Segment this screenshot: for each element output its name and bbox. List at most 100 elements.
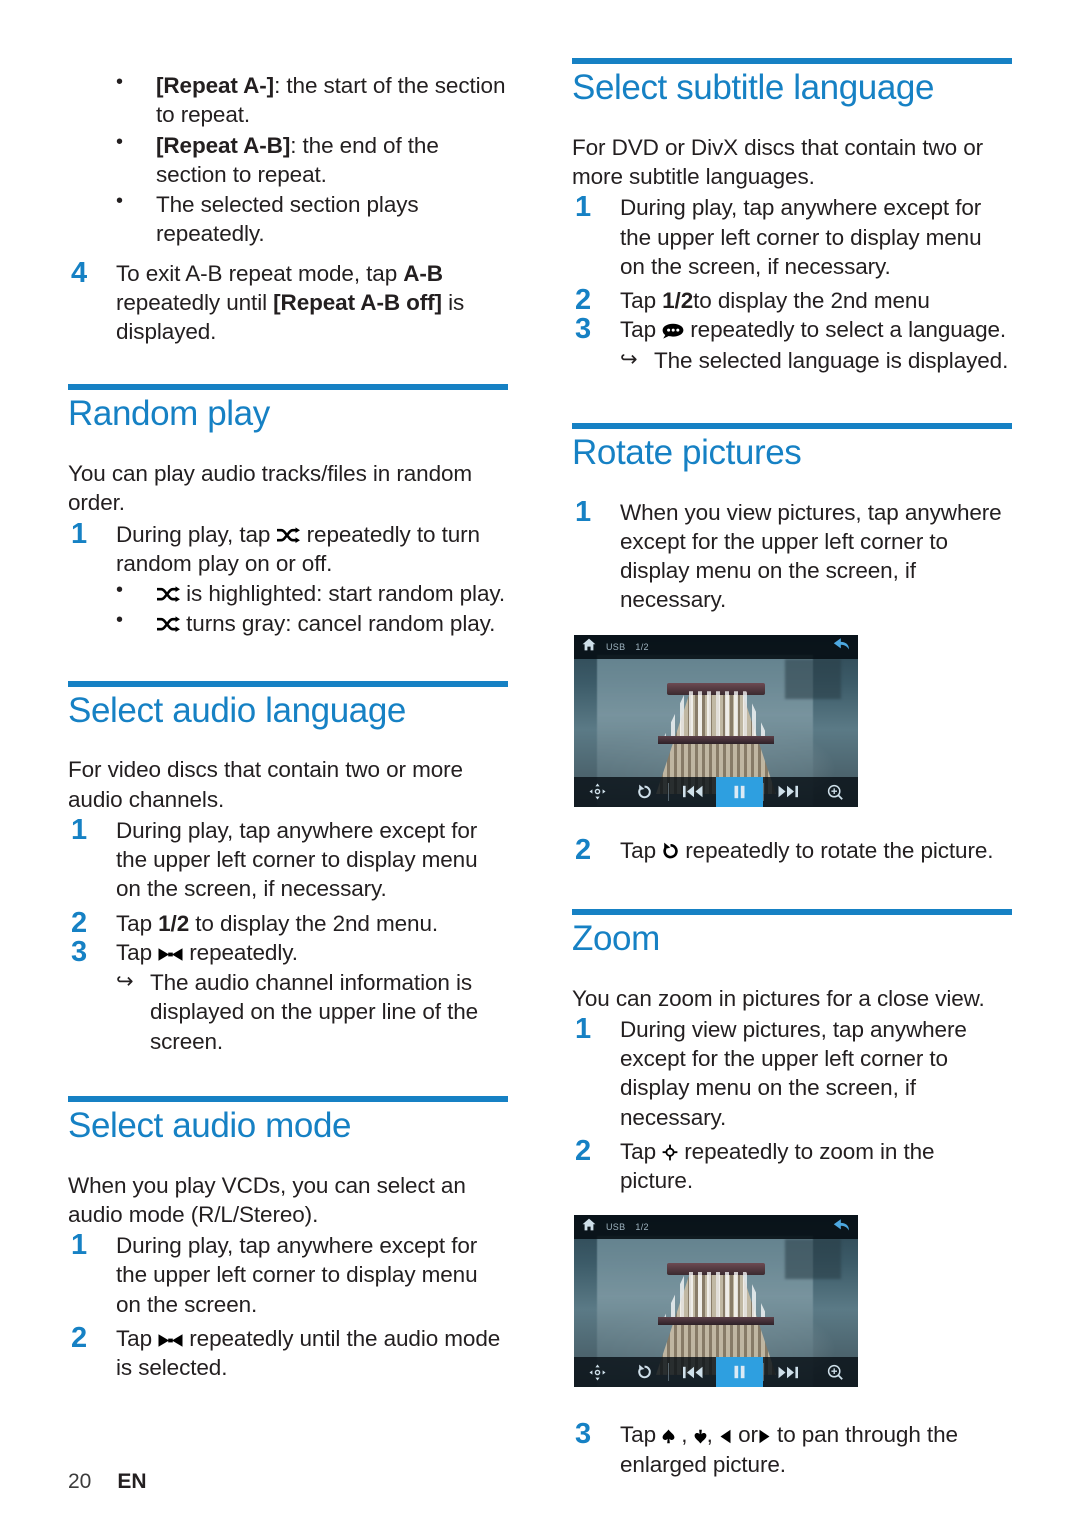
- pan-button[interactable]: [574, 1357, 621, 1387]
- arrow-right-icon: [758, 1429, 771, 1444]
- step-list: 2 Tap repeatedly to rotate the picture.: [572, 834, 1012, 866]
- list-item: turns gray: cancel random play.: [68, 607, 508, 638]
- section-intro: For DVD or DivX discs that contain two o…: [572, 134, 984, 189]
- step-text: During play, tap anywhere except for the…: [620, 195, 982, 279]
- step-list: 1 During play, tap anywhere except for t…: [572, 191, 1012, 345]
- arrow-sep-2: ,: [706, 1422, 719, 1448]
- step-text: Tap: [116, 910, 159, 936]
- list-item: ↪ The audio channel information is displa…: [68, 968, 508, 1056]
- previous-button[interactable]: [669, 1357, 716, 1387]
- list-item: is highlighted: start random play.: [68, 577, 508, 608]
- step-text-2: repeatedly to select a language.: [684, 317, 1007, 343]
- step-item: 2 Tap 1/2to display the 2nd menu: [572, 284, 1012, 316]
- carryover-bullet-list: [Repeat A-]: the start of the section to…: [68, 69, 508, 249]
- step-number: 3: [575, 1418, 592, 1451]
- photo-background-structure: [784, 1239, 841, 1280]
- step-text-2: repeatedly until: [116, 289, 274, 315]
- step-item: 3 Tap repeatedly to select a language.: [572, 313, 1012, 345]
- step-number: 1: [575, 1012, 592, 1045]
- step-list: 1 During play, tap anywhere except for t…: [68, 813, 508, 968]
- left-column: [Repeat A-]: the start of the section to…: [68, 0, 508, 1382]
- pan-button[interactable]: [574, 777, 621, 807]
- bullet-term: [Repeat A-]: [156, 73, 275, 98]
- next-button[interactable]: [764, 777, 811, 807]
- step-number: 1: [71, 813, 88, 846]
- pause-button[interactable]: [716, 1357, 763, 1388]
- pan-arrows-icon: [589, 1364, 606, 1381]
- zoom-button[interactable]: [811, 1357, 858, 1387]
- list-item: The selected section plays repeatedly.: [68, 188, 508, 249]
- step-text: Tap: [620, 288, 663, 313]
- bullet-text: turns gray: cancel random play.: [180, 611, 496, 637]
- bullet-text: is highlighted: start random play.: [180, 581, 506, 606]
- zoom-in-icon: [827, 1365, 843, 1381]
- step-emphasis-2: [Repeat A-B off]: [273, 289, 442, 315]
- page-footer: 20 EN: [68, 1470, 147, 1494]
- device-source-label: USB: [606, 1222, 626, 1233]
- step-text-2: to display the 2nd menu: [693, 288, 930, 313]
- step-text: When you view pictures, tap anywhere exc…: [620, 499, 1002, 613]
- audio-channel-icon: [158, 1333, 183, 1348]
- section-intro: You can zoom in pictures for a close vie…: [572, 985, 985, 1011]
- step-emphasis: 1/2: [158, 910, 190, 936]
- step-item: 2 Tap repeatedly until the audio mode is…: [68, 1322, 508, 1383]
- bullet-list: is highlighted: start random play. turns…: [68, 577, 508, 639]
- step-text-2: to display the 2nd menu.: [189, 910, 439, 936]
- audio-channel-icon: [158, 947, 183, 962]
- step-item: 2 Tap 1/2 to display the 2nd menu.: [68, 907, 508, 939]
- step-text: Tap: [620, 1138, 663, 1164]
- device-source-label: USB: [606, 641, 626, 652]
- result-note-list: ↪ The selected language is displayed.: [572, 346, 1012, 375]
- section-rule: [572, 422, 1012, 429]
- step-text: During view pictures, tap anywhere excep…: [620, 1016, 967, 1130]
- device-screenshot-zoom: USB 1/2: [572, 1213, 860, 1390]
- rotate-button[interactable]: [621, 1357, 668, 1387]
- step-text: Tap: [620, 837, 663, 863]
- shuffle-icon: [156, 586, 180, 603]
- step-text-2: repeatedly to rotate the picture.: [679, 837, 994, 863]
- bullet-text: The selected section plays repeatedly.: [156, 192, 419, 247]
- zoom-in-icon: [827, 784, 843, 800]
- home-icon[interactable]: [582, 1218, 596, 1236]
- device-screenshot-rotate: USB 1/2: [572, 632, 860, 809]
- step-number: 1: [575, 191, 592, 224]
- page-number: 20: [68, 1470, 92, 1493]
- step-number: 1: [71, 1229, 88, 1261]
- pause-button[interactable]: [716, 776, 763, 807]
- previous-button[interactable]: [669, 777, 716, 807]
- zoom-button[interactable]: [811, 777, 858, 807]
- next-button[interactable]: [764, 1357, 811, 1387]
- pause-icon: [734, 1366, 745, 1379]
- section-title-random-play: Random play: [68, 394, 270, 434]
- device-index-label: 1/2: [635, 1222, 649, 1233]
- back-arrow-icon[interactable]: [833, 1218, 850, 1237]
- rotate-button[interactable]: [621, 777, 668, 807]
- list-item: ↪ The selected language is displayed.: [572, 346, 1012, 375]
- step-list: 1 During view pictures, tap anywhere exc…: [572, 1012, 1012, 1196]
- step-list: 3 Tap , , or to pan through the enlarged …: [572, 1418, 1012, 1479]
- shuffle-icon: [156, 616, 180, 633]
- shuffle-icon: [276, 526, 301, 544]
- step-text: During play, tap anywhere except for the…: [116, 817, 478, 902]
- next-icon: [778, 785, 798, 798]
- step-number: 3: [71, 935, 88, 968]
- section-intro: When you play VCDs, you can select an au…: [68, 1172, 466, 1227]
- home-icon[interactable]: [582, 638, 596, 656]
- device-control-bar: [574, 776, 858, 807]
- arrow-sep-1: ,: [675, 1422, 694, 1448]
- zoom-in-icon: [662, 1144, 678, 1161]
- pan-arrows-icon: [589, 783, 606, 800]
- step-emphasis: A-B: [403, 260, 443, 286]
- photo-raft-rail-lower: [658, 1316, 774, 1325]
- step-text: Tap: [116, 1325, 159, 1351]
- section-rule: [68, 680, 508, 687]
- back-arrow-icon[interactable]: [833, 637, 850, 656]
- step-text: Tap: [620, 1422, 663, 1448]
- step-number: 1: [575, 495, 592, 528]
- previous-icon: [682, 785, 702, 798]
- section-title-select-audio-mode: Select audio mode: [68, 1105, 352, 1145]
- step-item: 2 Tap repeatedly to rotate the picture.: [572, 834, 1012, 866]
- step-item: 1 During play, tap anywhere except for t…: [68, 1229, 508, 1319]
- step-emphasis: 1/2: [662, 288, 694, 313]
- carryover-step-list: 4 To exit A-B repeat mode, tap A-B repea…: [68, 257, 508, 347]
